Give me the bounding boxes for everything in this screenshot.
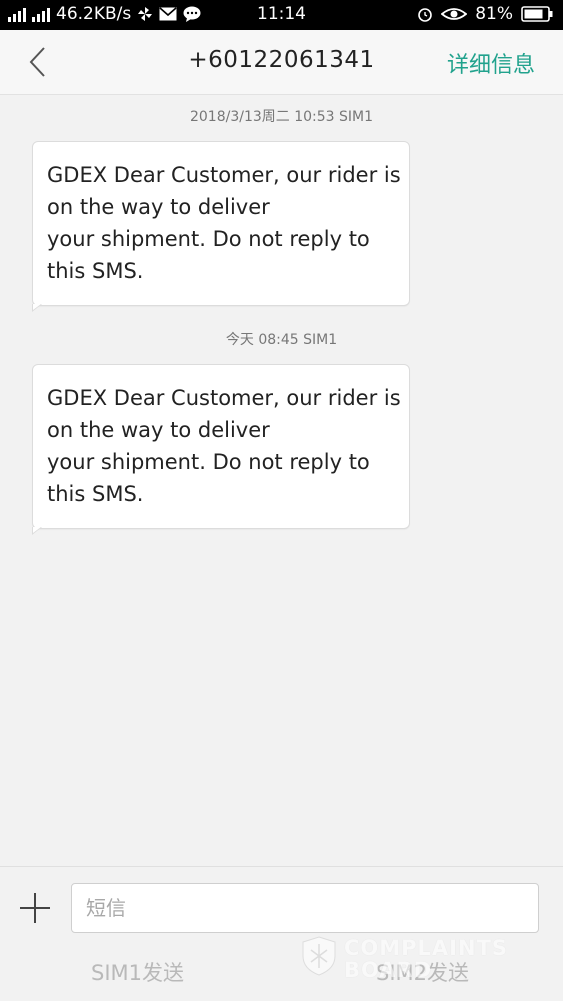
message-line: your shipment. Do not reply to	[47, 227, 370, 251]
conversation-header: +60122061341 详细信息	[0, 30, 563, 95]
message-line: GDEX Dear Customer, our rider is	[47, 386, 401, 410]
add-attachment-button[interactable]	[20, 893, 50, 923]
alarm-icon	[418, 8, 433, 22]
message-line: your shipment. Do not reply to	[47, 450, 370, 474]
bubble-tail-inner	[33, 304, 41, 310]
send-sim1-button[interactable]: SIM1发送	[91, 957, 184, 987]
eye-icon	[441, 8, 468, 20]
details-button[interactable]: 详细信息	[447, 47, 535, 79]
bubble-tail-inner	[33, 527, 41, 533]
message-bubble[interactable]: GDEX Dear Customer, our rider is on the …	[32, 364, 410, 535]
watermark-line2: BOARD	[344, 958, 433, 982]
watermark: COMPLAINTS BOARD	[302, 936, 507, 982]
message-bubble[interactable]: GDEX Dear Customer, our rider is on the …	[32, 141, 410, 312]
message-line: this SMS.	[47, 482, 144, 506]
message-timestamp: 今天 08:45 SIM1	[225, 332, 338, 348]
message-composer: SIM1发送 SIM2发送	[0, 866, 563, 1001]
message-line: this SMS.	[47, 259, 144, 283]
status-right: 81%	[417, 4, 553, 24]
message-line: on the way to deliver	[47, 418, 270, 442]
shield-logo-icon	[302, 936, 336, 976]
battery-icon	[521, 6, 553, 22]
battery-percent: 81%	[475, 4, 513, 24]
watermark-line1: COMPLAINTS	[344, 936, 509, 960]
message-timestamp: 2018/3/13周二 10:53 SIM1	[189, 109, 374, 125]
message-line: on the way to deliver	[47, 195, 270, 219]
sms-input[interactable]	[71, 883, 539, 933]
status-bar: 46.2KB/s 11:14 81%	[0, 0, 563, 30]
message-line: GDEX Dear Customer, our rider is	[47, 163, 401, 187]
